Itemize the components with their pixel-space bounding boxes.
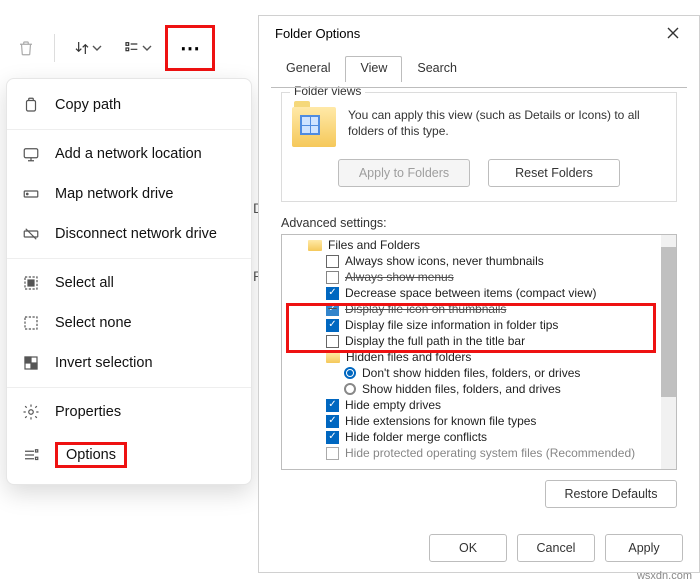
invert-selection-icon	[21, 353, 41, 373]
apply-to-folders-button: Apply to Folders	[338, 159, 470, 187]
checkbox-icon[interactable]	[326, 335, 339, 348]
advanced-settings-tree[interactable]: Files and Folders Always show icons, nev…	[281, 234, 677, 470]
tree-item[interactable]: ✓Display file size information in folder…	[286, 317, 656, 333]
copy-path-icon	[21, 95, 41, 115]
toolbar-divider	[54, 34, 55, 62]
checkbox-icon[interactable]: ✓	[326, 415, 339, 428]
network-location-icon	[21, 144, 41, 164]
checkbox-icon[interactable]: ✓	[326, 303, 339, 316]
tree-item[interactable]: ✓Hide extensions for known file types	[286, 413, 656, 429]
menu-map-network-drive[interactable]: Map network drive	[7, 174, 251, 214]
scrollbar-thumb[interactable]	[661, 247, 676, 397]
tree-item-compact-view[interactable]: ✓Decrease space between items (compact v…	[286, 285, 656, 301]
ok-button[interactable]: OK	[429, 534, 507, 562]
restore-defaults-button[interactable]: Restore Defaults	[545, 480, 677, 508]
menu-label: Invert selection	[55, 355, 153, 371]
tree-item[interactable]: ✓Hide folder merge conflicts	[286, 429, 656, 445]
menu-options[interactable]: Options	[7, 432, 251, 478]
tab-view[interactable]: View	[345, 56, 402, 82]
dialog-footer: OK Cancel Apply	[429, 534, 683, 562]
menu-select-all[interactable]: Select all	[7, 263, 251, 303]
checkbox-icon[interactable]	[326, 447, 339, 460]
checkbox-icon[interactable]: ✓	[326, 431, 339, 444]
folder-views-text: You can apply this view (such as Details…	[348, 107, 666, 139]
more-context-menu: Copy path Add a network location Map net…	[6, 78, 252, 485]
folder-views-group: Folder views You can apply this view (su…	[281, 92, 677, 202]
tree-item[interactable]: ✓Hide empty drives	[286, 397, 656, 413]
tree-item[interactable]: Always show icons, never thumbnails	[286, 253, 656, 269]
reset-folders-button[interactable]: Reset Folders	[488, 159, 620, 187]
apply-button[interactable]: Apply	[605, 534, 683, 562]
file-explorer-toolbar: ⋯	[8, 22, 215, 74]
advanced-settings-label: Advanced settings:	[281, 216, 699, 230]
folder-icon	[326, 352, 340, 363]
view-button[interactable]	[115, 30, 161, 66]
menu-properties[interactable]: Properties	[7, 392, 251, 432]
menu-label: Add a network location	[55, 146, 202, 162]
select-none-icon	[21, 313, 41, 333]
tree-item[interactable]: Always show menus	[286, 269, 656, 285]
menu-disconnect-network-drive[interactable]: Disconnect network drive	[7, 214, 251, 254]
checkbox-icon[interactable]: ✓	[326, 399, 339, 412]
menu-label: Map network drive	[55, 186, 173, 202]
menu-invert-selection[interactable]: Invert selection	[7, 343, 251, 383]
menu-label: Copy path	[55, 97, 121, 113]
checkbox-icon[interactable]	[326, 255, 339, 268]
folder-options-dialog: Folder Options General View Search Folde…	[258, 15, 700, 573]
options-icon	[21, 445, 41, 465]
dialog-title: Folder Options	[275, 26, 360, 41]
select-all-icon	[21, 273, 41, 293]
menu-add-network-location[interactable]: Add a network location	[7, 134, 251, 174]
tab-underline	[271, 87, 687, 88]
close-icon[interactable]	[659, 19, 687, 47]
menu-copy-path[interactable]: Copy path	[7, 85, 251, 125]
cancel-button[interactable]: Cancel	[517, 534, 595, 562]
tree-item[interactable]: ✓Display file icon on thumbnails	[286, 301, 656, 317]
watermark: wsxdn.com	[637, 570, 692, 582]
radio-icon[interactable]	[344, 383, 356, 395]
radio-icon[interactable]	[344, 367, 356, 379]
menu-label: Disconnect network drive	[55, 226, 217, 242]
tree-item-radio[interactable]: Show hidden files, folders, and drives	[286, 381, 656, 397]
sort-button[interactable]	[65, 30, 111, 66]
tree-group-files-folders: Files and Folders	[286, 237, 656, 253]
map-drive-icon	[21, 184, 41, 204]
menu-label: Select all	[55, 275, 114, 291]
tab-search[interactable]: Search	[402, 56, 472, 82]
disconnect-drive-icon	[21, 224, 41, 244]
dialog-titlebar: Folder Options	[259, 16, 699, 50]
menu-select-none[interactable]: Select none	[7, 303, 251, 343]
more-button[interactable]: ⋯	[165, 25, 215, 71]
menu-label: Select none	[55, 315, 132, 331]
menu-label: Properties	[55, 404, 121, 420]
dialog-tabs: General View Search	[271, 56, 699, 82]
tree-group-hidden: Hidden files and folders	[286, 349, 656, 365]
checkbox-icon[interactable]: ✓	[326, 319, 339, 332]
checkbox-icon[interactable]: ✓	[326, 287, 339, 300]
tree-item-radio[interactable]: Don't show hidden files, folders, or dri…	[286, 365, 656, 381]
tree-item[interactable]: Hide protected operating system files (R…	[286, 445, 656, 461]
checkbox-icon[interactable]	[326, 271, 339, 284]
tab-general[interactable]: General	[271, 56, 345, 82]
properties-icon	[21, 402, 41, 422]
delete-icon[interactable]	[8, 30, 44, 66]
folder-icon	[308, 240, 322, 251]
tree-item[interactable]: Display the full path in the title bar	[286, 333, 656, 349]
folder-view-icon	[292, 107, 336, 147]
menu-label: Options	[55, 442, 127, 468]
